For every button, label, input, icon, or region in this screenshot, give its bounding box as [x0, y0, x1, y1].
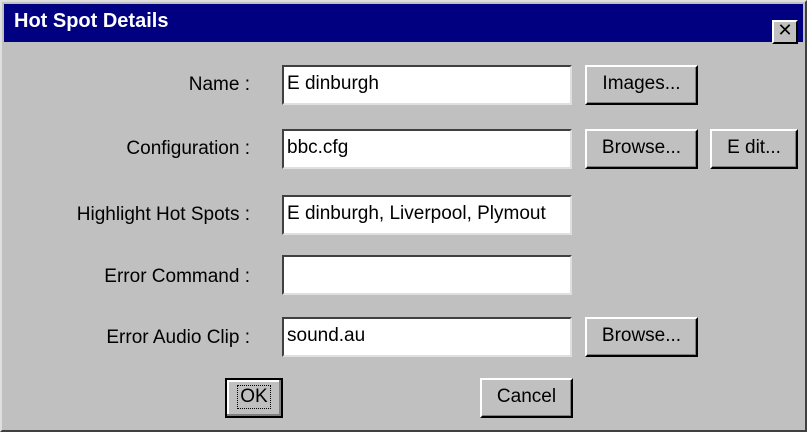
name-label: Name : [188, 74, 250, 95]
title-bar[interactable]: Hot Spot Details [4, 4, 803, 42]
name-input[interactable]: E dinburgh [282, 65, 572, 105]
cancel-button[interactable]: Cancel [480, 378, 573, 418]
close-icon[interactable]: ✕ [772, 20, 798, 44]
ok-button[interactable]: OK [225, 378, 283, 418]
error-audio-clip-input[interactable]: sound.au [282, 317, 572, 357]
configuration-input[interactable]: bbc.cfg [282, 129, 572, 169]
edit-configuration-button[interactable]: E dit... [710, 129, 798, 169]
error-audio-clip-label: Error Audio Clip : [106, 327, 250, 348]
highlight-hot-spots-input[interactable]: E dinburgh, Liverpool, Plymout [282, 195, 572, 235]
browse-audio-button[interactable]: Browse... [585, 317, 698, 357]
hot-spot-details-dialog: Hot Spot Details ✕ Name : E dinburgh Ima… [0, 0, 807, 432]
browse-configuration-button[interactable]: Browse... [585, 129, 698, 169]
dialog-title: Hot Spot Details [14, 10, 169, 32]
configuration-label: Configuration : [126, 138, 250, 159]
ok-button-label: OK [237, 385, 271, 409]
error-command-input[interactable] [282, 255, 572, 295]
error-command-label: Error Command : [104, 266, 250, 287]
images-button[interactable]: Images... [585, 65, 698, 105]
highlight-hot-spots-label: Highlight Hot Spots : [76, 204, 250, 225]
